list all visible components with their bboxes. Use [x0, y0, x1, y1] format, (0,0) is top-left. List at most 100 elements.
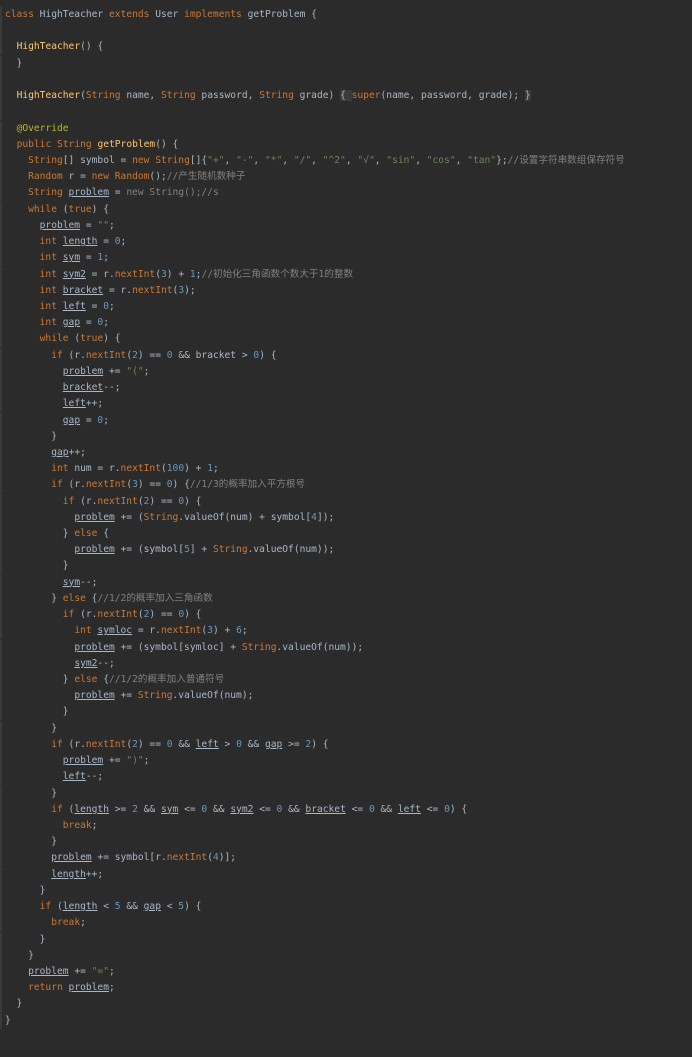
code-line[interactable]: int symloc = r.nextInt(3) + 6;: [0, 623, 690, 640]
code-token: .valueOf(num));: [247, 544, 335, 556]
code-line[interactable]: public String getProblem() {: [0, 136, 690, 153]
code-line[interactable]: }: [0, 55, 690, 72]
code-token: ) {: [103, 333, 121, 345]
code-line[interactable]: }: [0, 882, 690, 899]
code-line[interactable]: gap++;: [0, 444, 690, 461]
code-line[interactable]: if (r.nextInt(2) == 0 && left > 0 && gap…: [0, 736, 690, 753]
code-token: "": [97, 219, 109, 231]
code-token: extends: [108, 9, 156, 20]
fold-gutter-marker: [0, 428, 2, 445]
code-token: ++;: [68, 446, 86, 458]
code-line[interactable]: String problem = new String();//s: [0, 185, 690, 202]
code-line[interactable]: [0, 104, 690, 121]
code-line[interactable]: }: [0, 996, 690, 1013]
fold-gutter-marker: [0, 639, 2, 656]
code-line[interactable]: }: [0, 558, 690, 575]
code-line[interactable]: }: [0, 947, 690, 964]
code-line[interactable]: }: [0, 428, 690, 445]
code-line[interactable]: }: [0, 785, 690, 802]
code-line[interactable]: problem = "";: [0, 217, 690, 234]
code-line[interactable]: int bracket = r.nextInt(3);: [0, 282, 690, 299]
code-line[interactable]: problem += (symbol[5] + String.valueOf(n…: [0, 542, 690, 559]
code-token: }: [5, 706, 69, 718]
code-line[interactable]: if (length >= 2 && sym <= 0 && sym2 <= 0…: [0, 801, 690, 818]
code-token: sym: [62, 576, 81, 588]
code-line[interactable]: [0, 71, 690, 88]
code-token: ++;: [85, 868, 104, 880]
code-token: return: [28, 982, 69, 994]
code-token: "=": [91, 965, 109, 977]
code-token: }: [5, 560, 69, 572]
code-line[interactable]: } else {//1/2的概率加入普通符号: [0, 672, 690, 689]
code-token: nextInt: [160, 625, 202, 637]
code-editor[interactable]: class HighTeacher extends User implement…: [0, 0, 692, 1057]
code-line[interactable]: break;: [0, 915, 690, 932]
code-token: else: [74, 674, 104, 686]
code-line[interactable]: problem += String.valueOf(num);: [0, 688, 690, 705]
code-line[interactable]: if (r.nextInt(3) == 0) {//1/3的概率加入平方根号: [0, 477, 690, 494]
code-line[interactable]: length++;: [0, 866, 690, 883]
code-line[interactable]: } else {//1/2的概率加入三角函数: [0, 590, 690, 607]
code-line[interactable]: int sym = 1;: [0, 250, 690, 267]
code-token: ) ==: [137, 349, 167, 361]
fold-gutter-marker: [0, 688, 2, 705]
code-line[interactable]: if (r.nextInt(2) == 0 && bracket > 0) {: [0, 347, 690, 364]
code-line[interactable]: String[] symbol = new String[]{"+", "-",…: [0, 152, 690, 169]
code-line[interactable]: class HighTeacher extends User implement…: [0, 7, 690, 23]
code-line[interactable]: @Override: [0, 120, 690, 137]
code-line[interactable]: gap = 0;: [0, 412, 690, 429]
code-line[interactable]: HighTeacher() {: [0, 39, 690, 56]
code-token: problem: [39, 219, 81, 231]
code-token: "*": [264, 154, 283, 166]
code-token: +=: [103, 755, 127, 767]
code-line[interactable]: problem += "(";: [0, 363, 690, 380]
fold-gutter-marker: [0, 915, 2, 932]
code-token: String: [85, 90, 127, 102]
code-token: &&: [126, 901, 144, 913]
code-token: problem: [62, 365, 104, 377]
code-line[interactable]: while (true) {: [0, 201, 690, 218]
code-token: while: [28, 203, 63, 215]
code-line[interactable]: left--;: [0, 769, 690, 786]
code-token: gap: [51, 446, 69, 458]
code-line[interactable]: while (true) {: [0, 331, 690, 348]
code-line[interactable]: } else {: [0, 526, 690, 543]
code-line[interactable]: sym2--;: [0, 655, 690, 672]
code-line[interactable]: }: [0, 931, 690, 948]
code-line[interactable]: problem += (symbol[symloc] + String.valu…: [0, 639, 690, 656]
code-line[interactable]: break;: [0, 818, 690, 834]
code-line[interactable]: bracket--;: [0, 380, 690, 397]
code-line[interactable]: left++;: [0, 396, 690, 413]
code-line[interactable]: problem += "=";: [0, 963, 690, 980]
code-line[interactable]: }: [0, 704, 690, 721]
code-line[interactable]: int left = 0;: [0, 298, 690, 315]
code-line[interactable]: }: [0, 1012, 690, 1029]
code-token: symloc: [97, 625, 133, 637]
code-token: "-": [236, 154, 254, 166]
code-line[interactable]: problem += ")";: [0, 753, 690, 770]
code-token: )];: [218, 852, 237, 864]
fold-gutter-marker: [0, 7, 2, 23]
code-line[interactable]: int gap = 0;: [0, 315, 690, 332]
code-line[interactable]: if (r.nextInt(2) == 0) {: [0, 607, 690, 624]
code-line[interactable]: }: [0, 720, 690, 737]
code-line[interactable]: problem += (String.valueOf(num) + symbol…: [0, 509, 690, 526]
code-line[interactable]: }: [0, 834, 690, 851]
code-line[interactable]: if (length < 5 && gap < 5) {: [0, 899, 690, 916]
fold-gutter-marker: [0, 931, 2, 948]
code-line[interactable]: int length = 0;: [0, 234, 690, 251]
code-line[interactable]: HighTeacher(String name, String password…: [0, 88, 690, 105]
code-line[interactable]: sym--;: [0, 574, 690, 591]
code-token: length: [51, 868, 86, 880]
code-token: ;: [212, 463, 219, 475]
code-line[interactable]: return problem;: [0, 980, 690, 997]
code-line[interactable]: if (r.nextInt(2) == 0) {: [0, 493, 690, 510]
code-token: bracket: [62, 382, 104, 394]
code-line[interactable]: int num = r.nextInt(100) + 1;: [0, 461, 690, 478]
code-line[interactable]: int sym2 = r.nextInt(3) + 1;//初始化三角函数个数大…: [0, 266, 690, 283]
code-line[interactable]: [0, 23, 690, 40]
code-line[interactable]: Random r = new Random();//产生随机数种子: [0, 169, 690, 186]
code-line[interactable]: problem += symbol[r.nextInt(4)];: [0, 850, 690, 867]
